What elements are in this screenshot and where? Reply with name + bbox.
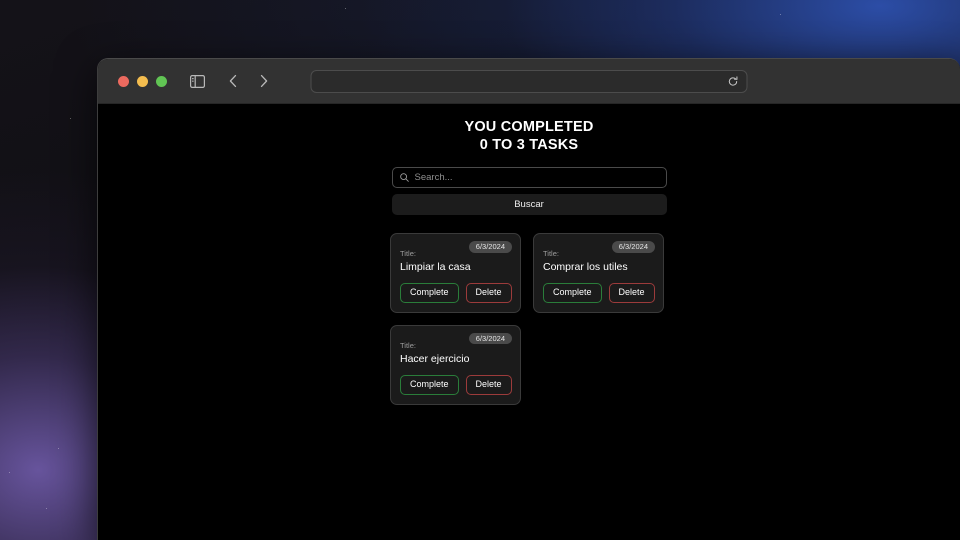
sidebar-icon[interactable] [185,69,209,93]
task-actions: Complete Delete [543,283,655,303]
close-window-button[interactable] [118,75,129,87]
reload-icon[interactable] [728,75,739,87]
wallpaper-star [58,448,59,449]
delete-task-button[interactable]: Delete [465,283,512,303]
chevron-right-icon[interactable] [251,69,275,93]
task-actions: Complete Delete [400,283,512,303]
task-date-badge: 6/3/2024 [611,241,655,253]
search-input[interactable] [414,172,659,183]
task-date-badge: 6/3/2024 [468,332,512,345]
complete-task-button[interactable]: Complete [543,283,602,303]
page-title-line-1: YOU COMPLETED [464,119,594,135]
chevron-left-icon[interactable] [221,69,245,93]
delete-task-button[interactable]: Delete [608,283,655,303]
task-card[interactable]: 6/3/2024 Title: Comprar los utiles Compl… [533,233,664,313]
wallpaper-star [345,8,346,9]
wallpaper-star [9,472,10,473]
search-field-wrapper[interactable] [391,167,667,188]
maximize-window-button[interactable] [156,75,167,87]
page-title-line-2: 0 TO 3 TASKS [479,137,579,153]
task-card[interactable]: 6/3/2024 Title: Limpiar la casa Complete… [390,233,521,313]
browser-toolbar [98,59,960,104]
wallpaper-star [70,118,71,119]
browser-window: YOU COMPLETED 0 TO 3 TASKS Buscar 6/3/20… [97,58,960,540]
task-title: Hacer ejercicio [400,352,470,365]
delete-task-button[interactable]: Delete [465,374,512,395]
task-list: 6/3/2024 Title: Limpiar la casa Complete… [390,233,668,405]
address-bar[interactable] [310,69,748,93]
search-submit-button[interactable]: Buscar [391,194,667,215]
minimize-window-button[interactable] [137,75,148,87]
search-icon [399,173,409,182]
wallpaper-star [780,14,781,15]
complete-task-button[interactable]: Complete [400,374,459,395]
window-controls [118,75,167,87]
task-actions: Complete Delete [400,374,512,395]
page-title: YOU COMPLETED 0 TO 3 TASKS [98,118,960,154]
web-page-content: YOU COMPLETED 0 TO 3 TASKS Buscar 6/3/20… [98,104,960,540]
wallpaper-star [46,508,47,509]
search-region: Buscar [391,167,667,215]
task-card[interactable]: 6/3/2024 Title: Hacer ejercicio Complete… [390,324,521,405]
complete-task-button[interactable]: Complete [400,283,459,303]
task-title: Comprar los utiles [543,261,628,273]
task-title: Limpiar la casa [400,261,471,273]
task-date-badge: 6/3/2024 [468,241,512,253]
